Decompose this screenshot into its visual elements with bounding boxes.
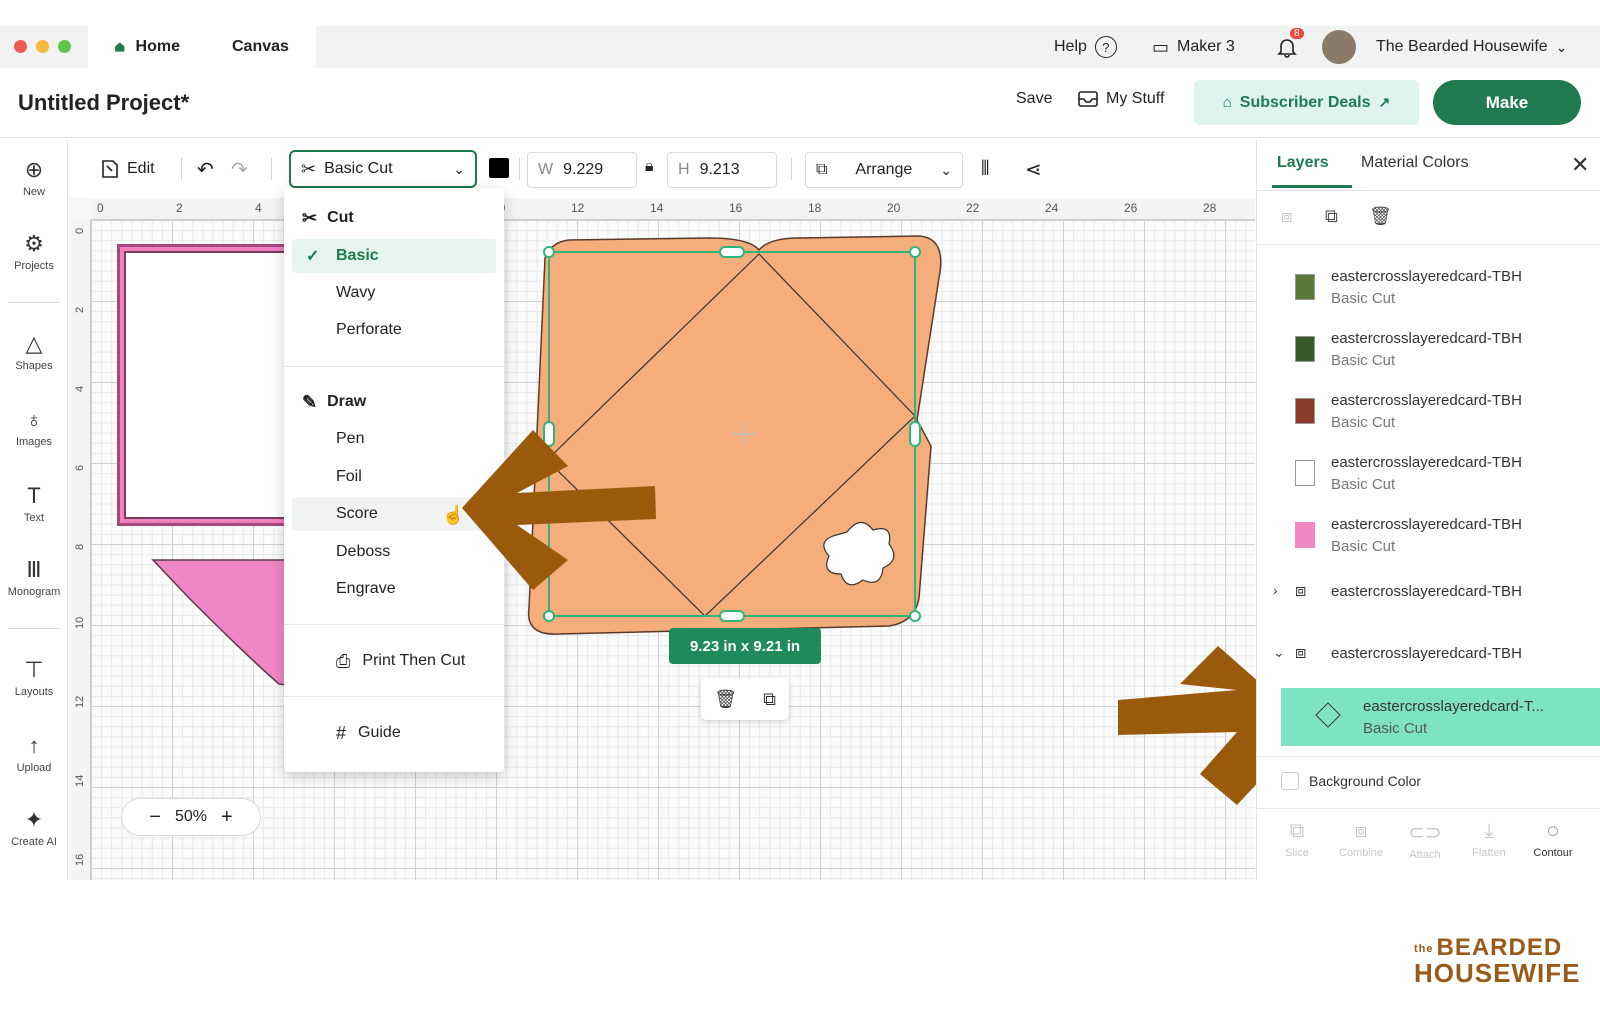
close-icon[interactable]: ✕ [1571,152,1589,178]
layer-item[interactable]: eastercrosslayeredcard-TBH Basic Cut [1257,258,1600,316]
arrow-left-icon [462,430,656,590]
layer-thumbnail [1295,522,1315,548]
brand-logo: the BEARDED HOUSEWIFE [1414,934,1584,989]
attach-button[interactable]: ⊂⊃ Attach [1395,820,1455,861]
flatten-button[interactable]: ⤓ Flatten [1459,820,1519,859]
tool-label: Flatten [1472,847,1506,859]
trash-icon[interactable]: 🗑︎ [1369,206,1392,227]
group-name: eastercrosslayeredcard-TBH [1331,583,1522,600]
combine-icon: ⧈ [1354,820,1368,842]
contour-button[interactable]: ◌ Contour [1523,820,1583,859]
background-swatch[interactable] [1281,772,1299,790]
group-icon: ⧈ [1295,642,1307,662]
group-icon: ⧈ [1295,580,1307,600]
combine-button[interactable]: ⧈ Combine [1331,820,1391,859]
group-name: eastercrosslayeredcard-TBH [1331,645,1522,662]
layer-item[interactable]: eastercrosslayeredcard-TBH Basic Cut [1257,320,1600,378]
group-icon[interactable]: ⧈ [1281,206,1292,227]
active-tab-indicator [1272,185,1352,188]
panel-divider [1257,244,1600,245]
layer-name: eastercrosslayeredcard-TBH [1331,330,1522,347]
tool-label: Contour [1533,847,1573,859]
brand-prefix: the [1414,942,1434,955]
layer-operation: Basic Cut [1331,414,1396,431]
layers-panel: Layers Material Colors ✕ ⧈ ⧉ 🗑︎ eastercr… [1256,140,1600,880]
layer-name: eastercrosslayeredcard-TBH [1331,516,1522,533]
tool-label: Attach [1409,849,1441,861]
slice-button[interactable]: ⧉ Slice [1267,820,1327,859]
brand-line-2: HOUSEWIFE [1414,958,1581,988]
chevron-down-icon[interactable]: ⌄ [1273,644,1285,661]
layer-item[interactable]: eastercrosslayeredcard-TBH Basic Cut [1257,444,1600,502]
layer-name: eastercrosslayeredcard-TBH [1331,392,1522,409]
panel-divider [1257,190,1600,191]
layer-operation: Basic Cut [1331,290,1396,307]
diamond-shape-icon [1315,702,1341,728]
flatten-icon: ⤓ [1484,820,1494,842]
panel-divider [1257,808,1600,809]
tab-layers[interactable]: Layers [1277,154,1329,172]
layer-name: eastercrosslayeredcard-TBH [1331,268,1522,285]
layer-thumbnail [1295,274,1315,300]
contour-icon: ◌ [1547,820,1559,842]
layer-name: eastercrosslayeredcard-TBH [1331,454,1522,471]
tool-label: Combine [1338,847,1384,859]
layer-operation: Basic Cut [1331,352,1396,369]
layer-operation: Basic Cut [1331,538,1396,555]
slice-icon: ⧉ [1289,820,1305,842]
tool-label: Slice [1285,847,1309,859]
chevron-right-icon[interactable]: › [1273,582,1278,598]
duplicate-icon[interactable]: ⧉ [1325,206,1338,227]
layer-operation: Basic Cut [1331,476,1396,493]
selected-layer-item[interactable]: eastercrosslayeredcard-T... Basic Cut [1281,688,1600,746]
background-color-label: Background Color [1309,773,1422,789]
layer-operation: Basic Cut [1363,720,1428,737]
layer-group[interactable]: › ⧈ eastercrosslayeredcard-TBH [1257,572,1600,612]
layer-thumbnail [1295,336,1315,362]
layer-name: eastercrosslayeredcard-T... [1363,698,1544,715]
attach-icon: ⊂⊃ [1408,822,1442,844]
tab-material-colors[interactable]: Material Colors [1361,154,1469,172]
layer-item[interactable]: eastercrosslayeredcard-TBH Basic Cut [1257,382,1600,440]
layer-group[interactable]: ⌄ ⧈ eastercrosslayeredcard-TBH [1257,634,1600,674]
layer-thumbnail [1295,398,1315,424]
panel-divider [1257,756,1600,757]
layer-thumbnail [1295,460,1315,486]
brand-line-1-text: BEARDED [1436,934,1563,961]
layer-item[interactable]: eastercrosslayeredcard-TBH Basic Cut [1257,506,1600,564]
background-color-row[interactable]: Background Color [1281,772,1421,790]
